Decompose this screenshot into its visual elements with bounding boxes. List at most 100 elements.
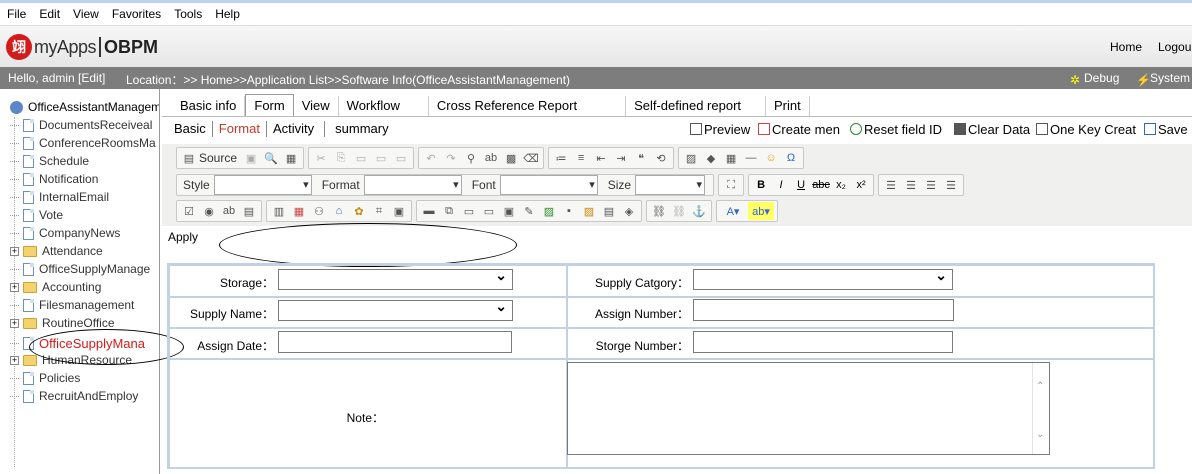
tab-basic[interactable]: Basic xyxy=(168,121,213,137)
smiley-icon[interactable]: ☺ xyxy=(762,149,780,167)
tab-field-icon[interactable]: ▭ xyxy=(460,202,478,220)
align-right-icon[interactable]: ☰ xyxy=(922,176,940,194)
scroll-down-icon[interactable]: ⌄ xyxy=(1036,429,1044,440)
supply-category-select[interactable] xyxy=(693,267,953,290)
table-icon[interactable]: ▦ xyxy=(722,149,740,167)
tree-item[interactable]: Notification xyxy=(10,171,98,187)
tree-item[interactable]: ConferenceRoomsMa xyxy=(10,135,156,151)
textarea-icon[interactable]: ▤ xyxy=(240,202,258,220)
blockquote-icon[interactable]: ❝ xyxy=(632,149,650,167)
expand-icon[interactable]: + xyxy=(10,318,19,328)
debug-button[interactable]: ✲ Debug xyxy=(1070,71,1119,87)
web-icon[interactable]: ▤ xyxy=(600,202,618,220)
system-button[interactable]: ⚡System xyxy=(1136,71,1190,87)
flow-icon[interactable]: ◈ xyxy=(620,202,638,220)
reset-field-id-button[interactable]: Reset field ID xyxy=(850,120,942,138)
image-icon[interactable]: ▨ xyxy=(682,149,700,167)
save-button[interactable]: Save xyxy=(1144,120,1188,138)
paste-word-icon[interactable]: ▭ xyxy=(392,149,410,167)
expand-icon[interactable]: + xyxy=(10,246,19,256)
bold-icon[interactable]: B xyxy=(752,176,770,194)
tab-print[interactable]: Print xyxy=(766,96,810,116)
tree-item[interactable]: Vote xyxy=(10,207,63,223)
list-field-icon[interactable]: ▥ xyxy=(270,202,288,220)
photo-icon[interactable]: ▨ xyxy=(580,202,598,220)
attachment-icon[interactable]: ✎ xyxy=(520,202,538,220)
horizontal-rule-icon[interactable]: ― xyxy=(742,149,760,167)
cut-icon[interactable]: ✂ xyxy=(312,149,330,167)
menu-file[interactable]: File xyxy=(1,7,32,21)
expand-icon[interactable]: + xyxy=(10,355,19,365)
div-icon[interactable]: ⟲ xyxy=(652,149,670,167)
tree-item[interactable]: InternalEmail xyxy=(10,189,109,205)
unlink-icon[interactable]: ⛓ xyxy=(670,202,688,220)
clear-data-button[interactable]: Clear Data xyxy=(954,120,1030,138)
link-icon[interactable]: ⛓ xyxy=(650,202,668,220)
greeting-text[interactable]: Hello, admin [Edit] xyxy=(8,71,105,85)
justify-icon[interactable]: ☰ xyxy=(942,176,960,194)
preview-button[interactable]: Preview xyxy=(690,120,750,138)
textfield-icon[interactable]: ab xyxy=(220,202,238,220)
date-field-icon[interactable]: ▦ xyxy=(290,202,308,220)
italic-icon[interactable]: I xyxy=(772,176,790,194)
tab-self-defined-report[interactable]: Self-defined report xyxy=(626,96,767,116)
preview-doc-icon[interactable]: 🔍 xyxy=(262,149,280,167)
paste-icon[interactable]: ▭ xyxy=(352,149,370,167)
copy-icon[interactable]: ⎘ xyxy=(332,149,350,167)
tree-item[interactable]: CompanyNews xyxy=(10,225,120,241)
paste-text-icon[interactable]: ▭ xyxy=(372,149,390,167)
font-select[interactable] xyxy=(499,175,598,195)
tab-form[interactable]: Form xyxy=(245,94,294,116)
align-left-icon[interactable]: ☰ xyxy=(882,176,900,194)
logout-link[interactable]: Logou xyxy=(1158,40,1191,54)
home-link[interactable]: Home xyxy=(1110,40,1142,54)
users-field-icon[interactable]: ⚇ xyxy=(310,202,328,220)
storge-number-input[interactable] xyxy=(693,331,953,353)
underline-icon[interactable]: U xyxy=(792,176,810,194)
subscript-icon[interactable]: x₂ xyxy=(832,176,850,194)
copy-field-icon[interactable]: ⧉ xyxy=(440,202,458,220)
menu-view[interactable]: View xyxy=(67,7,105,21)
create-menu-button[interactable]: Create men xyxy=(758,120,840,138)
note-textarea[interactable]: ⌃ ⌄ xyxy=(567,362,1050,455)
supply-name-select[interactable] xyxy=(278,298,513,321)
menu-tools[interactable]: Tools xyxy=(168,7,208,21)
app-logo[interactable]: 翊 myApps OBPM xyxy=(6,32,158,62)
button-field-icon[interactable]: ▣ xyxy=(500,202,518,220)
strikethrough-icon[interactable]: abc xyxy=(812,176,830,194)
anchor-icon[interactable]: ⚓ xyxy=(690,202,708,220)
scroll-up-icon[interactable]: ⌃ xyxy=(1036,381,1044,392)
superscript-icon[interactable]: x² xyxy=(852,176,870,194)
tree-item[interactable]: Schedule xyxy=(10,153,89,169)
undo-icon[interactable]: ↶ xyxy=(422,149,440,167)
eraser-icon[interactable]: ⌫ xyxy=(522,149,540,167)
tab-workflow[interactable]: Workflow xyxy=(339,96,429,116)
expand-icon[interactable]: + xyxy=(10,282,19,292)
menu-edit[interactable]: Edit xyxy=(33,7,66,21)
tree-field-icon[interactable]: ✿ xyxy=(350,202,368,220)
redo-icon[interactable]: ↷ xyxy=(442,149,460,167)
maximize-icon[interactable]: ⛶ xyxy=(722,176,740,194)
save-doc-icon[interactable]: ▣ xyxy=(242,149,260,167)
tree-root[interactable]: OfficeAssistantManagem xyxy=(10,99,159,115)
special-char-icon[interactable]: Ω xyxy=(782,149,800,167)
indent-icon[interactable]: ⇥ xyxy=(612,149,630,167)
checkbox-icon[interactable]: ☑ xyxy=(180,202,198,220)
tree-item[interactable]: RecruitAndEmploy xyxy=(10,388,138,404)
department-field-icon[interactable]: ⌂ xyxy=(330,202,348,220)
find-icon[interactable]: ⚲ xyxy=(462,149,480,167)
numbered-list-icon[interactable]: ≔ xyxy=(552,149,570,167)
radio-icon[interactable]: ◉ xyxy=(200,202,218,220)
outdent-icon[interactable]: ⇤ xyxy=(592,149,610,167)
bg-color-icon[interactable]: ab▾ xyxy=(748,202,774,220)
tab-activity[interactable]: Activity xyxy=(267,121,326,137)
tab-view[interactable]: View xyxy=(294,96,339,116)
assign-number-input[interactable] xyxy=(693,299,954,321)
select-field-icon[interactable]: ▭ xyxy=(480,202,498,220)
tree-item[interactable]: Policies xyxy=(10,370,80,386)
tab-basic-info[interactable]: Basic info xyxy=(172,96,246,116)
flash-icon[interactable]: ◆ xyxy=(702,149,720,167)
bulleted-list-icon[interactable]: ≡ xyxy=(572,149,590,167)
menu-favorites[interactable]: Favorites xyxy=(106,7,167,21)
include-field-icon[interactable]: ▣ xyxy=(390,202,408,220)
